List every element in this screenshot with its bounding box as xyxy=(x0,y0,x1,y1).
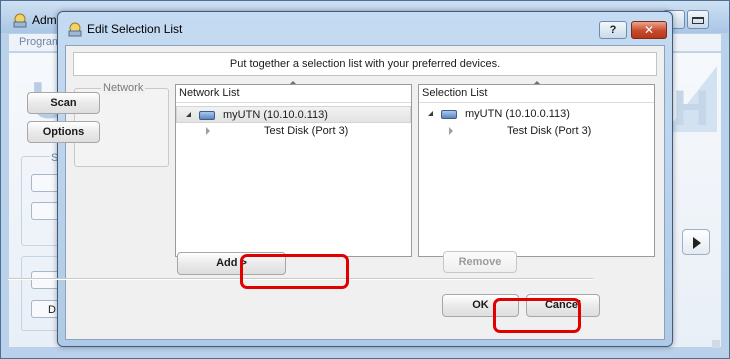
collapsed-arrow-icon[interactable] xyxy=(206,127,210,135)
resize-grip[interactable] xyxy=(712,340,720,348)
selection-list-item-myutn[interactable]: myUTN (10.10.0.113) xyxy=(419,106,654,123)
background-maximize-button[interactable] xyxy=(687,10,709,29)
selection-list-panel[interactable]: Selection List myUTN (10.10.0.113) Test … xyxy=(418,84,655,257)
expand-arrow-icon[interactable] xyxy=(428,111,433,116)
device-label: myUTN (10.10.0.113) xyxy=(465,108,570,120)
selection-list-item-test-disk[interactable]: Test Disk (Port 3) xyxy=(419,123,654,140)
close-button[interactable]: ✕ xyxy=(631,21,667,39)
port-label: Test Disk (Port 3) xyxy=(507,125,592,137)
remove-button[interactable]: Remove xyxy=(443,251,517,273)
server-icon xyxy=(199,111,215,120)
network-list-item-test-disk[interactable]: Test Disk (Port 3) xyxy=(176,123,411,140)
selection-list-header[interactable]: Selection List xyxy=(419,85,654,103)
network-list-header[interactable]: Network List xyxy=(176,85,411,103)
dialog-title: Edit Selection List xyxy=(87,22,183,36)
expand-arrow-icon[interactable] xyxy=(186,112,191,117)
collapsed-arrow-icon[interactable] xyxy=(449,127,453,135)
ok-button[interactable]: OK xyxy=(442,294,519,317)
network-list-panel[interactable]: Network List myUTN (10.10.0.113) Test Di… xyxy=(175,84,412,257)
help-button[interactable]: ? xyxy=(599,21,627,39)
device-label: myUTN (10.10.0.113) xyxy=(223,109,328,121)
background-logo-right: H xyxy=(673,80,710,136)
instruction-text: Put together a selection list with your … xyxy=(73,52,657,76)
app-icon xyxy=(13,13,27,28)
port-label: Test Disk (Port 3) xyxy=(264,125,349,137)
menu-item-program[interactable]: Program xyxy=(19,36,59,48)
dialog-separator xyxy=(8,278,593,280)
network-list-item-myutn[interactable]: myUTN (10.10.0.113) xyxy=(176,106,411,123)
add-button[interactable]: Add > xyxy=(177,252,286,275)
background-next-arrow-button[interactable] xyxy=(682,229,710,255)
server-icon xyxy=(441,110,457,119)
cancel-button[interactable]: Cancel xyxy=(526,294,600,317)
network-group-label: Network xyxy=(101,82,146,94)
dialog-app-icon xyxy=(68,22,82,37)
options-button[interactable]: Options xyxy=(27,121,100,143)
background-button-label: D xyxy=(48,304,56,316)
scan-button[interactable]: Scan xyxy=(27,92,100,114)
